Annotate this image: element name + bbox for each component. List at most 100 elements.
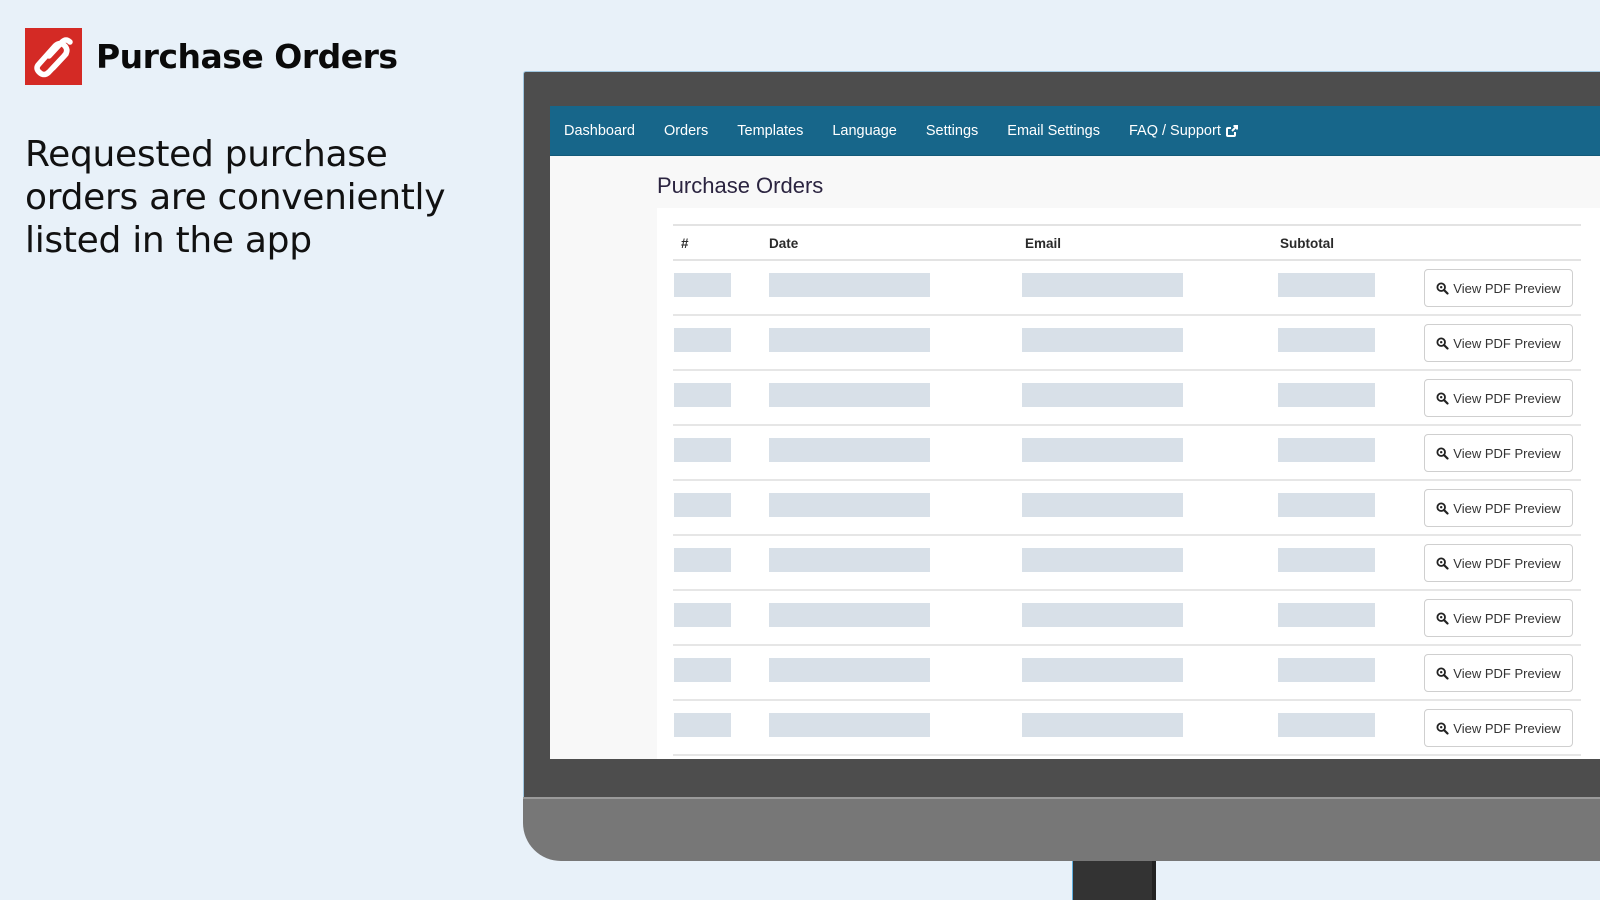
tagline: Requested purchase orders are convenient… bbox=[25, 134, 446, 261]
zoom-in-icon bbox=[1436, 446, 1449, 460]
nav-label: Dashboard bbox=[564, 122, 635, 139]
nav-label: Email Settings bbox=[1007, 122, 1100, 139]
order-email-placeholder bbox=[1022, 658, 1183, 682]
monitor-chin bbox=[523, 797, 1600, 861]
order-number-placeholder bbox=[674, 328, 731, 352]
table-row: View PDF Preview bbox=[673, 371, 1581, 426]
table-header: # Date Email Subtotal bbox=[673, 224, 1581, 261]
zoom-in-icon bbox=[1436, 391, 1449, 405]
view-pdf-preview-button[interactable]: View PDF Preview bbox=[1424, 709, 1573, 747]
view-pdf-preview-label: View PDF Preview bbox=[1453, 280, 1561, 296]
order-date-placeholder bbox=[769, 493, 930, 517]
order-number-placeholder bbox=[674, 273, 731, 297]
table-row: View PDF Preview bbox=[673, 591, 1581, 646]
table-row: View PDF Preview bbox=[673, 701, 1581, 756]
order-email-placeholder bbox=[1022, 603, 1183, 627]
order-number-placeholder bbox=[674, 383, 731, 407]
zoom-in-icon bbox=[1436, 611, 1449, 625]
zoom-in-icon bbox=[1436, 666, 1449, 680]
order-subtotal-placeholder bbox=[1278, 493, 1375, 517]
order-number-placeholder bbox=[674, 548, 731, 572]
nav-label: Templates bbox=[737, 122, 804, 139]
view-pdf-preview-label: View PDF Preview bbox=[1453, 610, 1561, 626]
view-pdf-preview-label: View PDF Preview bbox=[1453, 720, 1561, 736]
purchase-orders-logo-icon bbox=[25, 28, 82, 85]
view-pdf-preview-button[interactable]: View PDF Preview bbox=[1424, 599, 1573, 637]
order-email-placeholder bbox=[1022, 273, 1183, 297]
view-pdf-preview-button[interactable]: View PDF Preview bbox=[1424, 654, 1573, 692]
order-date-placeholder bbox=[769, 658, 930, 682]
external-link-icon bbox=[1225, 124, 1239, 138]
order-date-placeholder bbox=[769, 438, 930, 462]
zoom-in-icon bbox=[1436, 556, 1449, 570]
view-pdf-preview-button[interactable]: View PDF Preview bbox=[1424, 269, 1573, 307]
table-row: View PDF Preview bbox=[673, 261, 1581, 316]
orders-card: # Date Email Subtotal View PDF Preview V… bbox=[657, 208, 1600, 759]
nav-label: Orders bbox=[663, 122, 709, 139]
brand-title: Purchase Orders bbox=[96, 37, 398, 76]
order-number-placeholder bbox=[674, 493, 731, 517]
nav-label: FAQ / Support bbox=[1128, 122, 1221, 139]
order-subtotal-placeholder bbox=[1278, 603, 1375, 627]
order-email-placeholder bbox=[1022, 548, 1183, 572]
zoom-in-icon bbox=[1436, 281, 1449, 295]
top-navbar: Dashboard Orders Templates Language Sett… bbox=[550, 106, 1600, 156]
view-pdf-preview-button[interactable]: View PDF Preview bbox=[1424, 544, 1573, 582]
order-number-placeholder bbox=[674, 438, 731, 462]
nav-email-settings[interactable]: Email Settings bbox=[1007, 123, 1100, 139]
view-pdf-preview-label: View PDF Preview bbox=[1453, 335, 1561, 351]
order-subtotal-placeholder bbox=[1278, 328, 1375, 352]
view-pdf-preview-button[interactable]: View PDF Preview bbox=[1424, 434, 1573, 472]
column-header-subtotal: Subtotal bbox=[1280, 236, 1334, 251]
table-row: View PDF Preview bbox=[673, 536, 1581, 591]
zoom-in-icon bbox=[1436, 336, 1449, 350]
view-pdf-preview-label: View PDF Preview bbox=[1453, 665, 1561, 681]
order-subtotal-placeholder bbox=[1278, 658, 1375, 682]
nav-settings[interactable]: Settings bbox=[926, 123, 978, 139]
order-email-placeholder bbox=[1022, 438, 1183, 462]
app-screen: Dashboard Orders Templates Language Sett… bbox=[550, 106, 1600, 759]
nav-language[interactable]: Language bbox=[832, 123, 897, 139]
nav-templates[interactable]: Templates bbox=[737, 123, 803, 139]
table-row: View PDF Preview bbox=[673, 426, 1581, 481]
order-date-placeholder bbox=[769, 328, 930, 352]
view-pdf-preview-label: View PDF Preview bbox=[1453, 555, 1561, 571]
order-date-placeholder bbox=[769, 713, 930, 737]
table-body: View PDF Preview View PDF Preview View P… bbox=[673, 261, 1581, 756]
view-pdf-preview-button[interactable]: View PDF Preview bbox=[1424, 489, 1573, 527]
nav-dashboard[interactable]: Dashboard bbox=[564, 123, 635, 139]
view-pdf-preview-button[interactable]: View PDF Preview bbox=[1424, 379, 1573, 417]
monitor-stand bbox=[1072, 861, 1156, 900]
order-number-placeholder bbox=[674, 713, 731, 737]
order-date-placeholder bbox=[769, 383, 930, 407]
view-pdf-preview-button[interactable]: View PDF Preview bbox=[1424, 324, 1573, 362]
order-date-placeholder bbox=[769, 603, 930, 627]
order-email-placeholder bbox=[1022, 713, 1183, 737]
table-row: View PDF Preview bbox=[673, 316, 1581, 371]
view-pdf-preview-label: View PDF Preview bbox=[1453, 390, 1561, 406]
page-title: Purchase Orders bbox=[657, 173, 824, 198]
brand-header: Purchase Orders bbox=[25, 28, 398, 85]
order-subtotal-placeholder bbox=[1278, 383, 1375, 407]
zoom-in-icon bbox=[1436, 721, 1449, 735]
orders-table: # Date Email Subtotal View PDF Preview V… bbox=[673, 224, 1581, 756]
nav-orders[interactable]: Orders bbox=[664, 123, 708, 139]
order-date-placeholder bbox=[769, 548, 930, 572]
zoom-in-icon bbox=[1436, 501, 1449, 515]
column-header-date: Date bbox=[769, 236, 799, 251]
order-email-placeholder bbox=[1022, 383, 1183, 407]
order-subtotal-placeholder bbox=[1278, 548, 1375, 572]
order-subtotal-placeholder bbox=[1278, 713, 1375, 737]
order-date-placeholder bbox=[769, 273, 930, 297]
table-row: View PDF Preview bbox=[673, 646, 1581, 701]
nav-faq-support[interactable]: FAQ / Support bbox=[1129, 123, 1239, 139]
order-subtotal-placeholder bbox=[1278, 273, 1375, 297]
nav-label: Settings bbox=[925, 122, 979, 139]
column-header-number: # bbox=[681, 236, 689, 251]
column-header-email: Email bbox=[1025, 236, 1062, 251]
view-pdf-preview-label: View PDF Preview bbox=[1453, 500, 1561, 516]
table-row: View PDF Preview bbox=[673, 481, 1581, 536]
order-number-placeholder bbox=[674, 603, 731, 627]
view-pdf-preview-label: View PDF Preview bbox=[1453, 445, 1561, 461]
order-email-placeholder bbox=[1022, 493, 1183, 517]
